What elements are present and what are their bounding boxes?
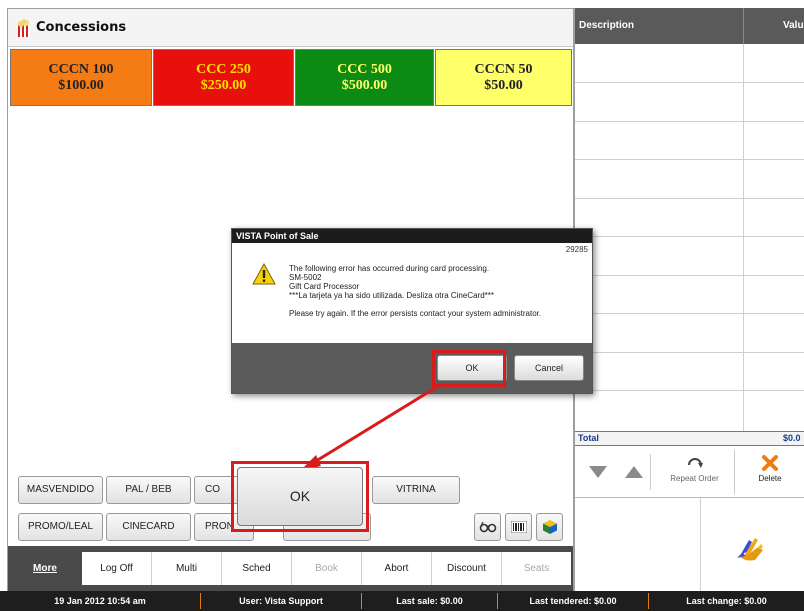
status-datetime: 19 Jan 2012 10:54 am bbox=[54, 596, 146, 606]
tile-ccc-500[interactable]: CCC 500 $500.00 bbox=[295, 49, 434, 106]
repeat-order-button[interactable]: Repeat Order bbox=[655, 450, 735, 494]
repeat-icon bbox=[687, 458, 703, 468]
box-button[interactable] bbox=[536, 513, 563, 541]
status-last-tendered: Last tendered: $0.00 bbox=[529, 596, 617, 606]
dialog-message: The following error has occurred during … bbox=[289, 264, 579, 318]
category-pal-beb[interactable]: PAL / BEB bbox=[106, 476, 191, 504]
tile-name: CCCN 100 bbox=[48, 62, 114, 77]
barcode-icon bbox=[510, 520, 527, 534]
glasses-icon bbox=[479, 521, 496, 533]
log-off-button[interactable]: Log Off bbox=[82, 552, 152, 585]
status-last-change: Last change: $0.00 bbox=[686, 596, 767, 606]
table-row bbox=[575, 236, 804, 237]
dialog-title: VISTA Point of Sale bbox=[232, 229, 592, 243]
column-divider bbox=[743, 8, 744, 44]
tile-name: CCC 500 bbox=[337, 62, 392, 77]
total-value: $0.0 bbox=[783, 433, 801, 443]
table-row bbox=[575, 198, 804, 199]
book-button[interactable]: Book bbox=[292, 552, 362, 585]
dialog-footer: OK Cancel bbox=[232, 343, 592, 393]
status-bar: 19 Jan 2012 10:54 am User: Vista Support… bbox=[0, 591, 804, 611]
more-button[interactable]: More bbox=[10, 552, 80, 585]
order-actions: Repeat Order Delete bbox=[575, 448, 804, 498]
dialog-code: 29285 bbox=[565, 245, 588, 254]
tile-cccn-100[interactable]: CCCN 100 $100.00 bbox=[10, 49, 152, 106]
hand-icon bbox=[737, 538, 763, 561]
column-description: Description bbox=[579, 20, 635, 31]
tile-price: $500.00 bbox=[341, 78, 388, 93]
total-row: Total $0.0 bbox=[575, 431, 804, 446]
message-line: ***La tarjeta ya ha sido utilizada. Desl… bbox=[289, 291, 494, 300]
message-line: Please try again. If the error persists … bbox=[289, 309, 542, 318]
table-row bbox=[575, 390, 804, 391]
status-last-sale: Last sale: $0.00 bbox=[396, 596, 463, 606]
multi-button[interactable]: Multi bbox=[152, 552, 222, 585]
column-divider bbox=[743, 44, 744, 431]
tile-price: $50.00 bbox=[484, 78, 523, 93]
tile-ccc-250[interactable]: CCC 250 $250.00 bbox=[153, 49, 294, 106]
total-label: Total bbox=[578, 433, 599, 443]
warning-icon bbox=[252, 263, 276, 285]
discount-button[interactable]: Discount bbox=[432, 552, 502, 585]
status-user: User: Vista Support bbox=[239, 596, 323, 606]
message-line bbox=[289, 300, 579, 309]
card-swipe-area bbox=[575, 498, 804, 591]
column-value: Valu bbox=[783, 20, 804, 31]
dialog-cancel-button[interactable]: Cancel bbox=[514, 355, 584, 381]
abort-button[interactable]: Abort bbox=[362, 552, 432, 585]
delete-button[interactable]: Delete bbox=[737, 450, 803, 494]
category-vitrina[interactable]: VITRINA bbox=[372, 476, 460, 504]
barcode-button[interactable] bbox=[505, 513, 532, 541]
chevron-down-icon bbox=[589, 466, 607, 478]
error-dialog: VISTA Point of Sale 29285 The following … bbox=[231, 228, 593, 394]
table-row bbox=[575, 275, 804, 276]
order-panel: Description Valu Total $0.0 Repeat Order… bbox=[574, 8, 804, 591]
message-line: Gift Card Processor bbox=[289, 282, 360, 291]
tile-name: CCC 250 bbox=[196, 62, 251, 77]
tile-name: CCCN 50 bbox=[474, 62, 533, 77]
table-row bbox=[575, 159, 804, 160]
scroll-down-button[interactable] bbox=[581, 454, 615, 490]
zoomed-ok-button[interactable]: OK bbox=[237, 467, 363, 526]
popcorn-icon bbox=[18, 19, 30, 37]
message-line: The following error has occurred during … bbox=[289, 264, 490, 273]
box-icon bbox=[542, 520, 557, 535]
order-table-header: Description Valu bbox=[575, 8, 804, 44]
sched-button[interactable]: Sched bbox=[222, 552, 292, 585]
panel-header: Concessions bbox=[8, 9, 573, 47]
delete-label: Delete bbox=[758, 474, 782, 483]
table-row bbox=[575, 82, 804, 83]
seats-button[interactable]: Seats bbox=[502, 552, 571, 585]
table-row bbox=[575, 313, 804, 314]
divider bbox=[700, 498, 701, 591]
delete-icon bbox=[762, 455, 778, 471]
tile-cccn-50[interactable]: CCCN 50 $50.00 bbox=[435, 49, 572, 106]
repeat-order-label: Repeat Order bbox=[670, 474, 719, 483]
category-promo-leal[interactable]: PROMO/LEAL bbox=[18, 513, 103, 541]
tile-price: $100.00 bbox=[58, 78, 104, 93]
page-title: Concessions bbox=[36, 20, 127, 35]
bottom-nav: More Log Off Multi Sched Book Abort Disc… bbox=[8, 546, 573, 591]
message-line: SM-5002 bbox=[289, 273, 322, 282]
category-cinecard[interactable]: CINECARD bbox=[106, 513, 191, 541]
category-masvendido[interactable]: MASVENDIDO bbox=[18, 476, 103, 504]
glasses-button[interactable] bbox=[474, 513, 501, 541]
chevron-up-icon bbox=[625, 466, 643, 478]
tile-price: $250.00 bbox=[200, 78, 247, 93]
scroll-up-button[interactable] bbox=[617, 454, 651, 490]
table-row bbox=[575, 121, 804, 122]
table-row bbox=[575, 352, 804, 353]
dialog-ok-button[interactable]: OK bbox=[437, 355, 507, 381]
